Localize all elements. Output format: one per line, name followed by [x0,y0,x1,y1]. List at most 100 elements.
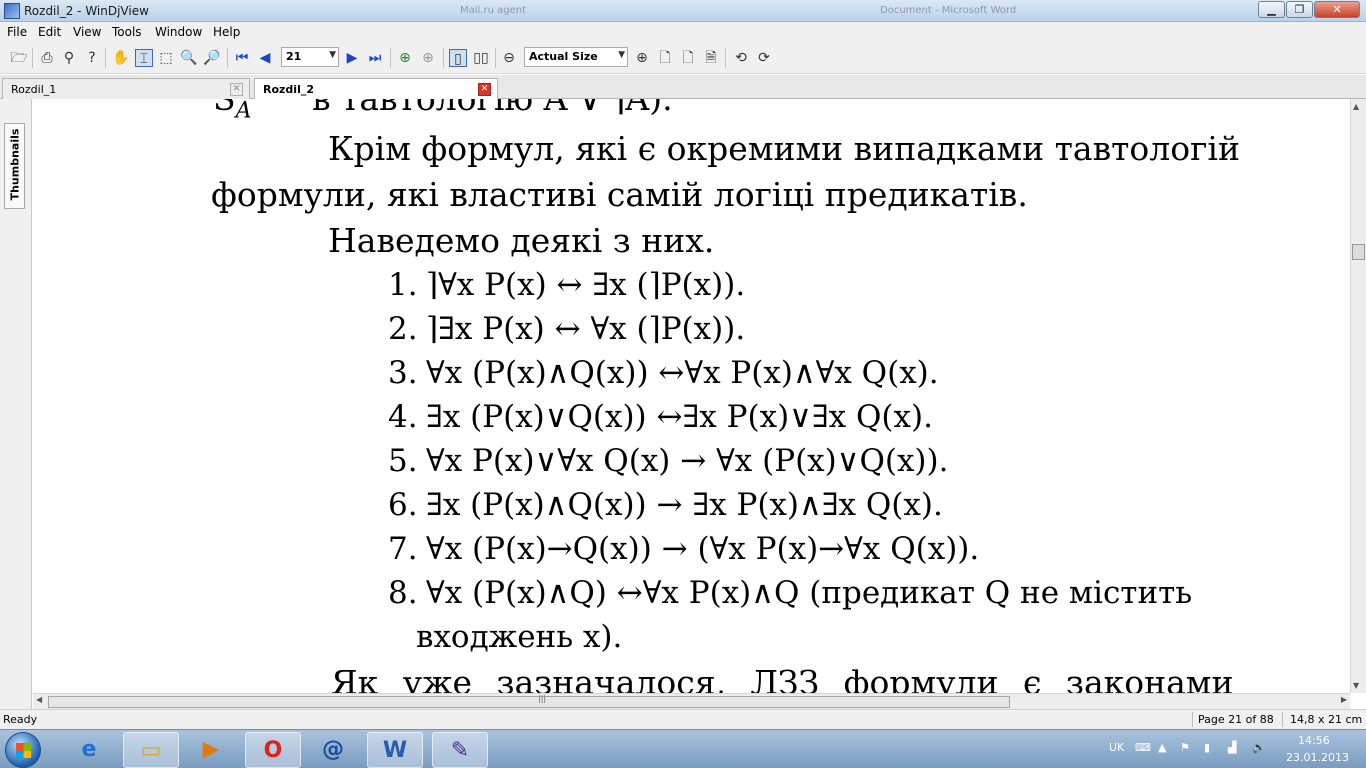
zoom-value: Actual Size [529,50,598,63]
rotate-right-icon[interactable]: ⟳ [755,49,773,67]
thumbnails-tab[interactable]: Thumbnails [4,123,25,209]
prev-page-icon[interactable]: ◀ [256,49,274,67]
menu-view[interactable]: View [73,25,101,39]
tab-bar: Rozdil_1 ✕ Rozdil_2 ✕ [0,75,1366,100]
horizontal-scrollbar[interactable]: ◀ ||| ▶ [33,693,1350,709]
scroll-left-icon[interactable]: ◀ [36,695,42,704]
toolbar-separator [390,48,391,68]
power-icon[interactable]: ▮ [1204,741,1210,754]
chevron-down-icon: ▼ [618,50,625,60]
clock-date[interactable]: 23.01.2013 [1286,751,1349,764]
page-number-input[interactable]: 21 ▼ [281,47,339,67]
zoom-out-icon[interactable]: ⊖ [500,49,518,67]
menu-file[interactable]: File [7,25,27,39]
thumbnails-label: Thumbnails [8,128,22,201]
page-number-value: 21 [286,50,302,63]
select-tool-icon[interactable]: ⌶ [135,49,153,67]
hand-tool-icon[interactable]: ✋ [112,49,130,67]
menu-window[interactable]: Window [155,25,202,39]
partial-top-prefix: S [213,99,236,118]
formula-number: 7. [388,531,418,567]
horizontal-scroll-thumb[interactable]: ||| [48,694,1010,708]
taskbar-windjview[interactable]: ✎ [432,732,488,768]
keyboard-icon[interactable]: ⌨ [1135,741,1151,754]
menu-edit[interactable]: Edit [38,25,61,39]
start-button[interactable] [5,732,41,768]
formula-7: 7. ∀x (P(x)→Q(x)) → (∀x P(x)→∀x Q(x)). [388,531,979,567]
formula-8-continuation: входжень x). [416,619,623,655]
back-icon[interactable]: ⊕ [396,49,414,67]
windows-logo-icon-lower [16,751,31,758]
scroll-down-icon[interactable]: ▼ [1353,681,1359,690]
taskbar-media-player[interactable]: ▶ [184,732,240,768]
zoom-in-icon[interactable]: ⊕ [633,49,651,67]
zoom-select[interactable]: Actual Size ▼ [524,47,628,67]
zoom-rect-icon[interactable]: 🔎 [203,49,221,67]
formula-2: 2. ⌉∃x P(x) ↔ ∀x (⌉P(x)). [388,311,745,347]
formula-number: 2. [388,311,418,347]
folder-icon: ▭ [140,738,162,763]
tab-label: Rozdil_2 [263,83,314,96]
action-center-icon[interactable]: ⚑ [1180,741,1190,754]
vertical-scroll-thumb[interactable] [1352,244,1365,260]
status-page: Page 21 of 88 [1198,713,1274,726]
scroll-right-icon[interactable]: ▶ [1341,695,1347,704]
next-page-icon[interactable]: ▶ [343,49,361,67]
chevron-up-icon[interactable]: ▲ [1158,741,1166,754]
close-button[interactable]: ✕ [1314,1,1360,18]
first-page-icon[interactable]: ⏮ [233,49,251,67]
formula-1: 1. ⌉∀x P(x) ↔ ∃x (⌉P(x)). [388,267,745,303]
find-icon[interactable]: ⚲ [60,49,78,67]
close-icon[interactable]: ✕ [478,83,491,96]
fit-width-icon[interactable]: 🗋 [679,49,697,67]
network-icon[interactable]: ▟ [1228,741,1236,754]
rect-select-icon[interactable]: ⬚ [157,49,175,67]
menu-help[interactable]: Help [213,25,240,39]
taskbar: e ▭ ▶ O @ W ✎ UK ⌨ ▲ ⚑ ▮ ▟ 🔈 14:56 23.01… [0,729,1366,768]
word-icon: W [382,738,408,763]
status-bar: Ready Page 21 of 88 14,8 x 21 cm [0,709,1366,729]
partial-bottom-line: Як уже зазначалося, ЛЗЗ формули є закона… [331,663,1234,693]
open-icon[interactable]: 🗁 [10,49,28,67]
zoom-icon[interactable]: 🔍 [180,49,198,67]
menu-tools[interactable]: Tools [112,25,142,39]
forward-icon[interactable]: ⊕ [419,49,437,67]
toolbar-separator [32,48,33,68]
formula-number: 5. [388,443,418,479]
taskbar-opera[interactable]: O [245,732,301,768]
rotate-left-icon[interactable]: ⟲ [732,49,750,67]
taskbar-mail-agent[interactable]: @ [306,732,362,768]
clock-time[interactable]: 14:56 [1298,734,1330,747]
close-icon[interactable]: ✕ [230,83,243,96]
background-window-title-1: Mail.ru agent [460,5,527,16]
vertical-scrollbar[interactable]: ▲ ▼ [1350,99,1366,693]
side-panel: Thumbnails [0,99,32,709]
taskbar-word[interactable]: W [367,732,423,768]
volume-icon[interactable]: 🔈 [1252,741,1266,754]
formula-number: 6. [388,487,418,523]
print-icon[interactable]: ⎙ [38,49,56,67]
last-page-icon[interactable]: ⏭ [366,49,384,67]
help-icon[interactable]: ? [83,49,101,67]
document-view[interactable]: SA в тавтологію A ∨ ⌉A). Крім формул, як… [33,99,1350,693]
minimize-button[interactable]: ▁ [1258,1,1285,18]
fit-text-icon[interactable]: 🗎 [702,49,720,67]
menu-bar: File Edit View Tools Window Help [0,22,1366,42]
paragraph-1-line-1: Крім формул, які є окремими випадками та… [328,129,1240,168]
grip-icon: ||| [538,694,547,703]
formula-text: ⌉∀x P(x) ↔ ∃x (⌉P(x)). [426,267,746,303]
internet-explorer-icon: e [81,737,97,762]
maximize-button[interactable]: ❐ [1286,1,1313,18]
tab-rozdil-2[interactable]: Rozdil_2 ✕ [254,78,498,100]
fit-page-icon[interactable]: 🗋 [656,49,674,67]
facing-pages-icon[interactable]: ▯▯ [472,49,490,67]
status-separator [1192,712,1193,727]
scroll-up-icon[interactable]: ▲ [1353,102,1359,111]
taskbar-ie[interactable]: e [62,732,118,768]
taskbar-explorer[interactable]: ▭ [123,732,179,768]
tab-rozdil-1[interactable]: Rozdil_1 ✕ [2,78,250,99]
single-page-icon[interactable]: ▯ [449,49,467,67]
language-indicator[interactable]: UK [1109,741,1124,754]
status-size: 14,8 x 21 cm [1290,713,1363,726]
formula-5: 5. ∀x P(x)∨∀x Q(x) → ∀x (P(x)∨Q(x)). [388,443,948,479]
